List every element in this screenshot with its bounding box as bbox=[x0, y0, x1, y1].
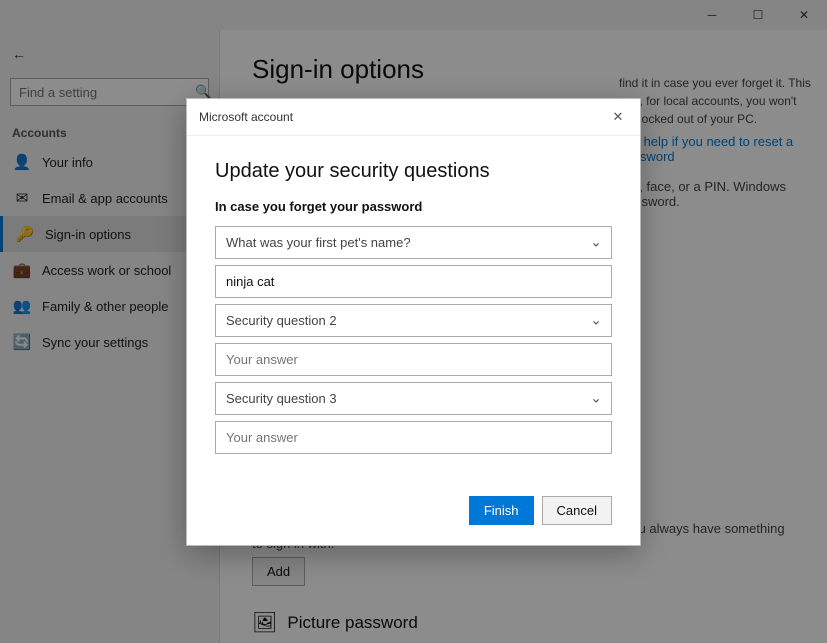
question3-select-wrapper: Security question 3 bbox=[215, 382, 612, 415]
question1-dropdown[interactable]: What was your first pet's name? bbox=[215, 226, 612, 259]
question2-select-wrapper: Security question 2 bbox=[215, 304, 612, 337]
answer1-input[interactable] bbox=[215, 265, 612, 298]
dialog-close-button[interactable]: ✕ bbox=[608, 107, 628, 127]
finish-button[interactable]: Finish bbox=[469, 496, 534, 525]
answer2-input[interactable] bbox=[215, 343, 612, 376]
dialog-body: Update your security questions In case y… bbox=[187, 136, 640, 484]
dialog-overlay: Microsoft account ✕ Update your security… bbox=[0, 0, 827, 643]
dialog-footer: Finish Cancel bbox=[187, 484, 640, 545]
question1-select-wrapper: What was your first pet's name? bbox=[215, 226, 612, 259]
dialog-subtitle: In case you forget your password bbox=[215, 199, 612, 214]
cancel-button[interactable]: Cancel bbox=[542, 496, 612, 525]
answer3-input[interactable] bbox=[215, 421, 612, 454]
dialog-title: Update your security questions bbox=[215, 160, 612, 183]
question2-dropdown[interactable]: Security question 2 bbox=[215, 304, 612, 337]
question3-dropdown[interactable]: Security question 3 bbox=[215, 382, 612, 415]
dialog-titlebar-label: Microsoft account bbox=[199, 110, 293, 124]
security-questions-dialog: Microsoft account ✕ Update your security… bbox=[186, 98, 641, 546]
dialog-titlebar: Microsoft account ✕ bbox=[187, 99, 640, 136]
app-window: ─ ☐ ✕ ← 🔍 Accounts 👤 Your info ✉ Email &… bbox=[0, 0, 827, 643]
